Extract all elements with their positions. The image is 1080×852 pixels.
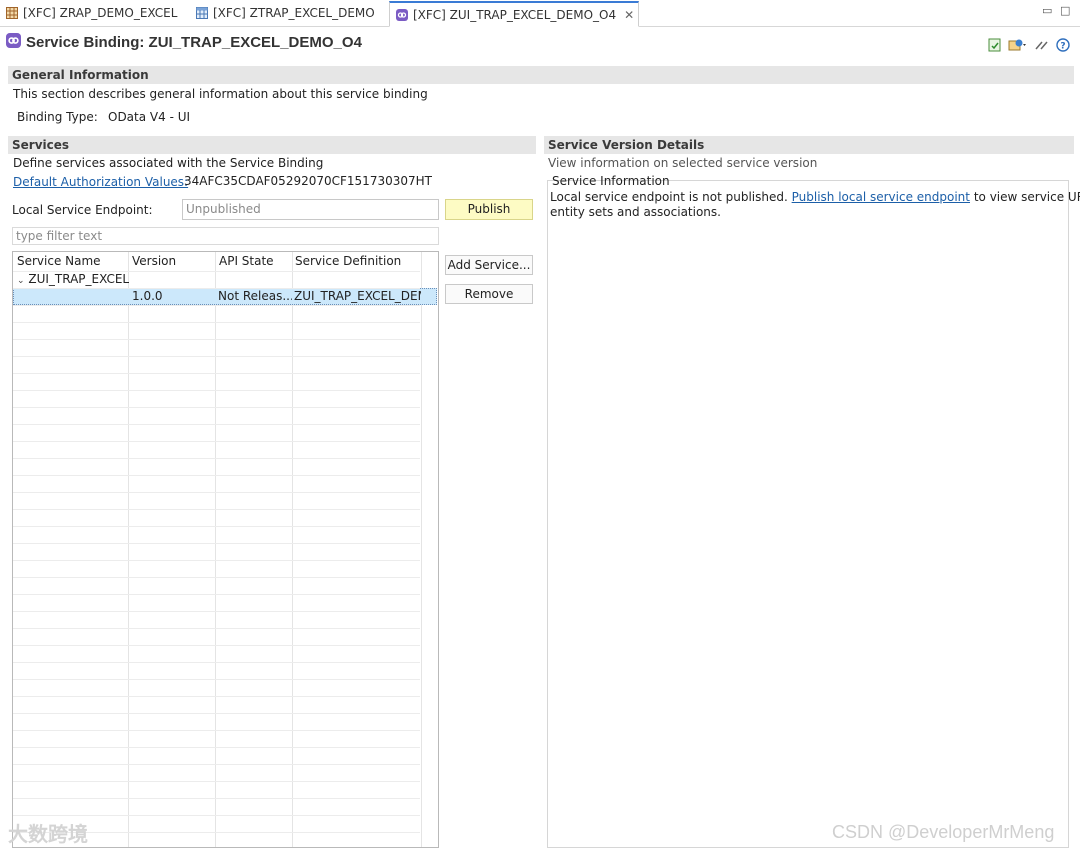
table-gridline bbox=[13, 339, 420, 340]
table-gridline bbox=[13, 815, 420, 816]
watermark-right: CSDN @DeveloperMrMeng bbox=[832, 822, 1055, 842]
table-gridline bbox=[13, 628, 420, 629]
table-gridline bbox=[13, 730, 420, 731]
minimize-icon[interactable]: ▭ bbox=[1042, 4, 1052, 17]
row-version: 1.0.0 bbox=[132, 289, 163, 303]
table-gridline bbox=[13, 288, 420, 289]
publish-local-endpoint-link[interactable]: Publish local service endpoint bbox=[792, 190, 970, 204]
endpoint-status-text-after: to view service URL, bbox=[973, 190, 1080, 204]
row-service-definition: ZUI_TRAP_EXCEL_DEM bbox=[294, 289, 421, 303]
column-service-name[interactable]: Service Name bbox=[17, 254, 101, 268]
service-information-text-line2: entity sets and associations. bbox=[550, 205, 721, 219]
filter-input[interactable]: type filter text bbox=[12, 227, 439, 245]
link-editor-icon[interactable] bbox=[1034, 38, 1050, 55]
help-icon[interactable]: ? bbox=[1056, 38, 1070, 55]
table-gridline bbox=[13, 764, 420, 765]
header-toolbar: ? bbox=[988, 38, 1070, 55]
endpoint-status-text: Local service endpoint is not published. bbox=[550, 190, 788, 204]
local-service-endpoint-field[interactable]: Unpublished bbox=[182, 199, 439, 220]
column-api-state[interactable]: API State bbox=[219, 254, 274, 268]
tab-zrap-demo-excel[interactable]: [XFC] ZRAP_DEMO_EXCEL bbox=[6, 2, 177, 24]
tree-node-label: ZUI_TRAP_EXCEL_ bbox=[28, 272, 129, 286]
default-authorization-link[interactable]: Default Authorization Values: bbox=[13, 175, 188, 189]
table-gridline bbox=[13, 577, 420, 578]
svg-text:?: ? bbox=[1060, 42, 1065, 52]
table-gridline bbox=[13, 322, 420, 323]
table-gridline bbox=[13, 713, 420, 714]
authorization-value: 34AFC35CDAF05292070CF151730307HT bbox=[184, 174, 432, 188]
close-icon[interactable]: ✕ bbox=[624, 8, 634, 22]
table-gridline bbox=[13, 475, 420, 476]
table-gridline bbox=[13, 373, 420, 374]
table-grid-icon bbox=[6, 7, 18, 19]
maximize-icon[interactable]: □ bbox=[1060, 4, 1070, 17]
binding-type-label: Binding Type: bbox=[17, 110, 98, 124]
service-binding-icon bbox=[396, 8, 408, 21]
chevron-down-icon[interactable]: ⌄ bbox=[17, 276, 25, 286]
service-version-details-heading: Service Version Details bbox=[544, 136, 1074, 154]
editor-header: Service Binding: ZUI_TRAP_EXCEL_DEMO_O4 bbox=[6, 33, 362, 51]
watermark-left: 大数跨境 bbox=[8, 822, 88, 846]
service-version-details-description: View information on selected service ver… bbox=[548, 156, 818, 170]
services-heading: Services bbox=[8, 136, 536, 154]
tab-zui-trap-excel-demo-o4[interactable]: [XFC] ZUI_TRAP_EXCEL_DEMO_O4 ✕ bbox=[389, 1, 640, 27]
table-gridline bbox=[13, 611, 420, 612]
table-gridline bbox=[13, 356, 420, 357]
table-header: Service Name Version API State Service D… bbox=[13, 252, 438, 271]
activate-icon[interactable] bbox=[988, 38, 1002, 55]
table-gridline bbox=[13, 645, 420, 646]
table-gridline bbox=[13, 696, 420, 697]
table-gridline bbox=[13, 271, 420, 272]
binding-type-value: OData V4 - UI bbox=[108, 110, 191, 124]
table-gridline bbox=[13, 424, 420, 425]
tab-label: [XFC] ZTRAP_EXCEL_DEMO bbox=[213, 6, 375, 20]
column-service-definition[interactable]: Service Definition bbox=[295, 254, 401, 268]
service-information-label: Service Information bbox=[552, 174, 670, 188]
table-gridline bbox=[13, 679, 420, 680]
general-description: This section describes general informati… bbox=[13, 87, 428, 101]
table-gridline bbox=[13, 407, 420, 408]
table-gridline bbox=[13, 305, 420, 306]
table-gridline bbox=[13, 458, 420, 459]
row-api-state: Not Releas... bbox=[218, 289, 292, 303]
table-gridline bbox=[13, 594, 420, 595]
table-icon bbox=[196, 7, 208, 19]
add-service-button[interactable]: Add Service... bbox=[445, 255, 533, 275]
editor-tab-bar: [XFC] ZRAP_DEMO_EXCEL [XFC] ZTRAP_EXCEL_… bbox=[0, 0, 1080, 27]
service-information-text: Local service endpoint is not published.… bbox=[550, 190, 1080, 204]
table-gridline bbox=[13, 781, 420, 782]
general-information-heading: General Information bbox=[8, 66, 1074, 84]
tree-node-service[interactable]: ⌄ ZUI_TRAP_EXCEL_ bbox=[17, 272, 129, 286]
services-table[interactable]: Service Name Version API State Service D… bbox=[12, 251, 439, 848]
service-information-panel bbox=[547, 180, 1069, 848]
local-service-endpoint-label: Local Service Endpoint: bbox=[12, 203, 153, 217]
transport-icon[interactable] bbox=[1008, 38, 1028, 55]
service-binding-icon bbox=[6, 33, 21, 51]
table-gridline bbox=[13, 492, 420, 493]
table-gridline bbox=[13, 798, 420, 799]
table-gridline bbox=[13, 390, 420, 391]
table-gridline bbox=[13, 509, 420, 510]
table-gridline bbox=[13, 526, 420, 527]
tab-label: [XFC] ZRAP_DEMO_EXCEL bbox=[23, 6, 178, 20]
table-gridline bbox=[13, 441, 420, 442]
publish-button[interactable]: Publish bbox=[445, 199, 533, 220]
remove-button[interactable]: Remove bbox=[445, 284, 533, 304]
table-gridline bbox=[13, 662, 420, 663]
table-gridline bbox=[13, 747, 420, 748]
services-description: Define services associated with the Serv… bbox=[13, 156, 324, 170]
table-gridline bbox=[13, 560, 420, 561]
tab-ztrap-excel-demo[interactable]: [XFC] ZTRAP_EXCEL_DEMO bbox=[196, 2, 375, 24]
table-gridline bbox=[13, 543, 420, 544]
page-title: Service Binding: ZUI_TRAP_EXCEL_DEMO_O4 bbox=[26, 33, 362, 51]
column-version[interactable]: Version bbox=[132, 254, 176, 268]
tab-label: [XFC] ZUI_TRAP_EXCEL_DEMO_O4 bbox=[413, 7, 617, 22]
